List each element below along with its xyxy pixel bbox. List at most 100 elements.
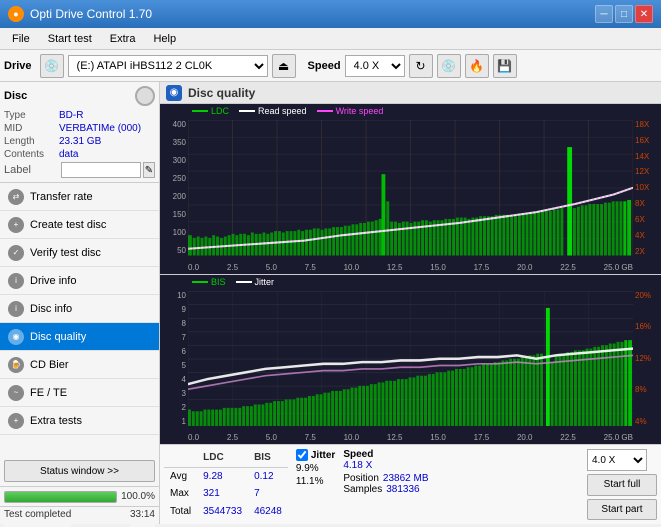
drive-select[interactable]: (E:) ATAPI iHBS112 2 CL0K [68,55,268,77]
jitter-col-header: Jitter [311,450,335,461]
samples-value: 381336 [386,484,419,495]
read-speed-color [239,110,255,112]
right-panel: ◉ Disc quality LDC Read speed [160,82,661,524]
chart-icon: ◉ [166,85,182,101]
position-row: Position 23862 MB [343,473,428,484]
top-chart: LDC Read speed Write speed 400 350 30 [160,104,661,275]
type-label: Type [4,110,59,121]
bis-label: BIS [211,277,226,287]
disc-quality-icon: ◉ [8,329,24,345]
speed-stats: Speed 4.18 X Position 23862 MB Samples 3… [343,449,428,520]
close-button[interactable]: ✕ [635,5,653,23]
refresh-button[interactable]: ↻ [409,54,433,78]
bottom-y-axis-right: 20% 16% 12% 8% 4% [633,291,661,427]
sidebar-item-disc-quality[interactable]: ◉ Disc quality [0,323,159,351]
title-bar-left: ● Opti Drive Control 1.70 [8,6,152,22]
jitter-max: 11.1% [296,476,335,487]
contents-label: Contents [4,149,59,160]
disc-type-row: Type BD-R [4,110,155,121]
stats-max-row: Max 321 7 [164,485,288,502]
label-label: Label [4,164,59,176]
bottom-y-axis-left: 10 9 8 7 6 5 4 3 2 1 [160,291,188,427]
left-panel: Disc Type BD-R MID VERBATIMe (000) Lengt… [0,82,160,524]
label-input[interactable] [61,162,141,178]
disc-icon [135,86,155,106]
disc-title: Disc [4,90,27,102]
eject-button[interactable]: ⏏ [272,54,296,78]
read-speed-label: Read speed [258,106,307,116]
sidebar-item-transfer-rate[interactable]: ⇄ Transfer rate [0,183,159,211]
menu-file[interactable]: File [4,31,38,47]
write-speed-label: Write speed [336,106,384,116]
app-icon: ● [8,6,24,22]
nav-label: CD Bier [30,359,69,371]
sidebar-item-fe-te[interactable]: ~ FE / TE [0,379,159,407]
ldc-color [192,110,208,112]
label-btn[interactable]: ✎ [143,162,155,178]
toolbar: Drive 💿 (E:) ATAPI iHBS112 2 CL0K ⏏ Spee… [0,50,661,82]
write-speed-legend: Write speed [317,106,384,116]
sidebar-item-drive-info[interactable]: i Drive info [0,267,159,295]
jitter-label: Jitter [255,277,275,287]
jitter-row-header: Jitter [296,449,335,461]
bottom-chart-legend: BIS Jitter [192,277,274,287]
disc-mid-row: MID VERBATIMe (000) [4,123,155,134]
start-part-button[interactable]: Start part [587,499,657,521]
total-label: Total [164,503,197,520]
menu-bar: File Start test Extra Help [0,28,661,50]
contents-value: data [59,149,78,160]
drive-icon: 💿 [40,54,64,78]
status-window-button[interactable]: Status window >> [4,460,155,482]
bis-color [192,281,208,283]
top-x-axis: 0.0 2.5 5.0 7.5 10.0 12.5 15.0 17.5 20.0… [188,263,633,272]
disc-length-row: Length 23.31 GB [4,136,155,147]
disc-button[interactable]: 💿 [437,54,461,78]
sidebar-item-extra-tests[interactable]: + Extra tests [0,407,159,435]
max-label: Max [164,485,197,502]
speed-dropdown[interactable]: 4.0 X [587,449,647,471]
nav-label: Verify test disc [30,247,101,259]
drive-label: Drive [4,60,32,72]
length-value: 23.31 GB [59,136,101,147]
chart-title: Disc quality [188,86,255,100]
minimize-button[interactable]: ─ [595,5,613,23]
jitter-checkbox[interactable] [296,449,308,461]
mid-label: MID [4,123,59,134]
stats-table: LDC BIS Avg 9.28 0.12 Max 321 7 Total [164,449,288,520]
bis-legend: BIS [192,277,226,287]
stats-avg-row: Avg 9.28 0.12 [164,467,288,485]
menu-help[interactable]: Help [145,31,184,47]
fe-te-icon: ~ [8,385,24,401]
bottom-chart: BIS Jitter 10 9 8 7 6 5 4 3 [160,275,661,445]
ldc-label: LDC [211,106,229,116]
sidebar-item-disc-info[interactable]: i Disc info [0,295,159,323]
title-bar: ● Opti Drive Control 1.70 ─ □ ✕ [0,0,661,28]
speed-select[interactable]: 4.0 X [345,55,405,77]
progress-text: 100.0% [121,491,155,502]
start-full-button[interactable]: Start full [587,474,657,496]
sidebar-item-verify-test-disc[interactable]: ✓ Verify test disc [0,239,159,267]
menu-start-test[interactable]: Start test [40,31,100,47]
maximize-button[interactable]: □ [615,5,633,23]
disc-contents-row: Contents data [4,149,155,160]
mid-value: VERBATIMe (000) [59,123,141,134]
sidebar-item-create-test-disc[interactable]: + Create test disc [0,211,159,239]
ldc-col-header: LDC [197,449,248,467]
speed-header: Speed [343,449,428,460]
main-layout: Disc Type BD-R MID VERBATIMe (000) Lengt… [0,82,661,524]
sidebar-item-cd-bier[interactable]: 🍺 CD Bier [0,351,159,379]
nav-label: Create test disc [30,219,106,231]
nav-label: Extra tests [30,415,82,427]
top-chart-legend: LDC Read speed Write speed [192,106,383,116]
avg-ldc: 9.28 [197,467,248,485]
top-chart-svg [188,120,633,256]
progress-area: 100.0% [0,486,159,506]
samples-row: Samples 381336 [343,484,428,495]
speed-label: Speed [308,60,341,72]
jitter-color [236,281,252,283]
verify-test-disc-icon: ✓ [8,245,24,261]
menu-extra[interactable]: Extra [102,31,144,47]
burn-button[interactable]: 🔥 [465,54,489,78]
save-button[interactable]: 💾 [493,54,517,78]
jitter-legend: Jitter [236,277,275,287]
